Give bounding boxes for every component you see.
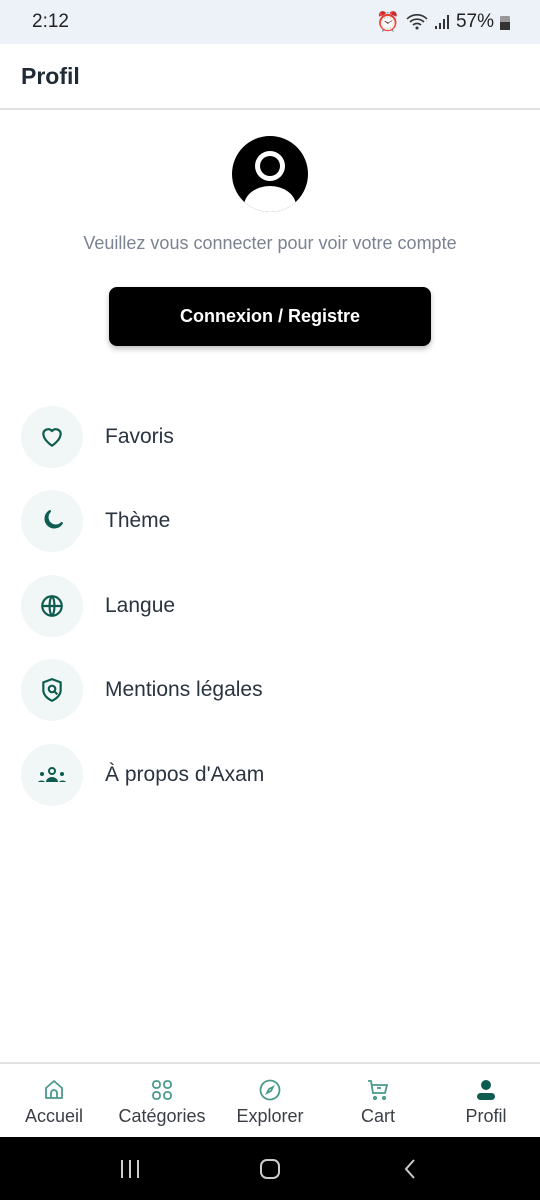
- grid-icon: [152, 1080, 172, 1100]
- menu-item-mentions-legales[interactable]: Mentions légales: [21, 659, 521, 721]
- avatar-icon: [232, 136, 308, 212]
- tab-explorer[interactable]: Explorer: [216, 1064, 324, 1137]
- menu-item-a-propos[interactable]: À propos d'Axam: [21, 744, 521, 806]
- compass-icon: [259, 1079, 281, 1101]
- tab-accueil[interactable]: Accueil: [0, 1064, 108, 1137]
- menu-item-favoris[interactable]: Favoris: [21, 406, 521, 468]
- page-title: Profil: [0, 44, 540, 110]
- shield-icon: [21, 659, 83, 721]
- menu-item-label: Langue: [105, 594, 176, 617]
- user-icon: [477, 1080, 495, 1100]
- signal-icon: [434, 15, 449, 29]
- tab-categories[interactable]: Catégories: [108, 1064, 216, 1137]
- cart-icon: [368, 1080, 389, 1101]
- status-time: 2:12: [32, 11, 69, 32]
- menu-item-label: À propos d'Axam: [105, 763, 265, 786]
- alarm-icon: ⏰: [376, 12, 400, 33]
- tab-label: Accueil: [24, 1106, 84, 1126]
- menu-item-langue[interactable]: Langue: [21, 575, 521, 637]
- login-register-button[interactable]: Connexion / Registre: [109, 287, 431, 346]
- recents-icon[interactable]: [118, 1158, 142, 1180]
- home-icon: [45, 1080, 63, 1099]
- home-button-icon[interactable]: [258, 1157, 282, 1181]
- globe-icon: [21, 575, 83, 637]
- system-nav-bar: [0, 1137, 540, 1200]
- battery-icon: [500, 16, 510, 30]
- moon-icon: [21, 490, 83, 552]
- back-icon[interactable]: [398, 1157, 422, 1181]
- bottom-nav: Accueil Catégories Explorer Cart Profil: [0, 1062, 540, 1137]
- group-icon: [21, 744, 83, 806]
- tab-label: Profil: [465, 1106, 507, 1126]
- login-prompt: Veuillez vous connecter pour voir votre …: [83, 233, 457, 253]
- status-bar: 2:12 ⏰ 57%: [0, 0, 540, 44]
- tab-label: Explorer: [236, 1106, 304, 1126]
- tab-label: Catégories: [118, 1106, 206, 1126]
- menu-item-label: Mentions légales: [105, 678, 263, 701]
- tab-profil[interactable]: Profil: [432, 1064, 540, 1137]
- menu-item-theme[interactable]: Thème: [21, 490, 521, 552]
- menu-item-label: Favoris: [105, 425, 174, 448]
- battery-text: 57%: [455, 11, 494, 32]
- tab-label: Cart: [360, 1106, 395, 1126]
- wifi-icon: [406, 14, 428, 30]
- heart-icon: [21, 406, 83, 468]
- menu-item-label: Thème: [105, 509, 171, 532]
- tab-cart[interactable]: Cart: [324, 1064, 432, 1137]
